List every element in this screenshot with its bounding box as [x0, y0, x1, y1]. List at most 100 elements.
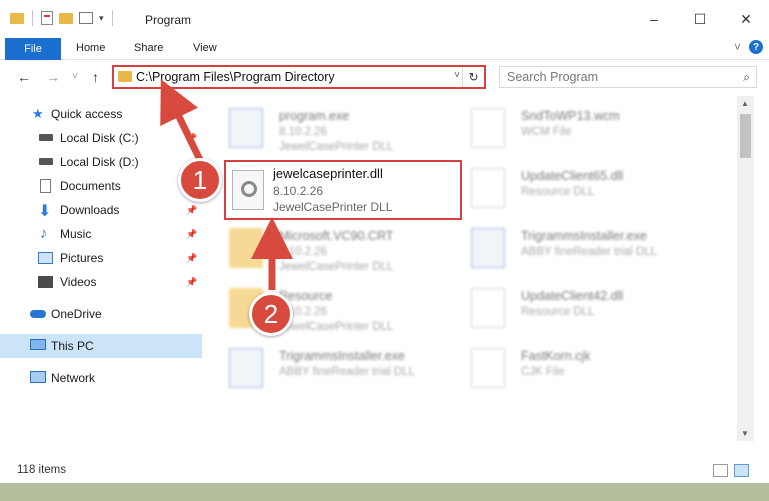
window-controls: – ☐ ✕	[631, 0, 769, 38]
videos-icon	[38, 276, 53, 288]
item-count: 118 items	[17, 464, 67, 476]
separator	[32, 10, 33, 26]
file-item[interactable]: Microsoft.VC90.CRT 8.10.2.26 JewelCasePr…	[221, 222, 461, 278]
music-icon: ♪	[40, 225, 48, 242]
window-title: Program	[145, 13, 192, 27]
file-version: 8.10.2.26	[273, 184, 324, 198]
sidebar-item-pictures[interactable]: Pictures 📌	[0, 246, 202, 270]
search-input[interactable]: Search Program	[507, 70, 598, 84]
close-button[interactable]: ✕	[723, 0, 769, 38]
app-icon	[471, 228, 505, 268]
large-icons-view-button[interactable]	[734, 464, 749, 477]
title-bar: ▾ Program – ☐ ✕	[0, 0, 769, 38]
address-path[interactable]: C:\Program Files\Program Directory	[136, 70, 335, 84]
file-name: FastKorn.cjk	[521, 349, 591, 363]
drive-icon	[39, 158, 53, 165]
tab-view[interactable]: View	[193, 42, 217, 54]
pin-icon[interactable]: 📌	[186, 133, 197, 144]
sidebar-item-this-pc[interactable]: This PC	[0, 334, 202, 358]
file-item[interactable]: UpdateClient42.dll Resource DLL	[463, 282, 703, 338]
app-icon	[229, 108, 263, 148]
sidebar-item-label: Music	[60, 227, 92, 241]
expand-ribbon-icon[interactable]: ˅	[734, 40, 741, 54]
navigation-pane: ★ Quick access Local Disk (C:) 📌 Local D…	[0, 96, 202, 441]
file-icon	[471, 108, 505, 148]
scroll-up-icon[interactable]: ▲	[741, 99, 749, 108]
sidebar-item-label: Pictures	[60, 251, 104, 265]
file-name: UpdateClient65.dll	[521, 169, 624, 183]
file-name: jewelcaseprinter.dll	[273, 166, 383, 181]
sidebar-item-onedrive[interactable]: OneDrive	[0, 302, 202, 326]
back-button[interactable]: ←	[17, 69, 31, 85]
gear-icon	[241, 181, 257, 197]
file-name: Microsoft.VC90.CRT	[279, 229, 394, 243]
pin-icon[interactable]: 📌	[186, 253, 197, 264]
properties-icon[interactable]	[41, 11, 53, 25]
sidebar-item-local-disk-c[interactable]: Local Disk (C:) 📌	[0, 126, 202, 150]
recent-locations-button[interactable]: ˅	[72, 71, 78, 82]
file-list: program.exe 8.10.2.26 JewelCasePrinter D…	[203, 96, 737, 441]
help-icon[interactable]: ?	[749, 40, 763, 54]
status-bar: 118 items	[0, 460, 769, 482]
maximize-button[interactable]: ☐	[677, 0, 723, 38]
sidebar-item-network[interactable]: Network	[0, 366, 202, 390]
file-description: Resource DLL	[521, 186, 595, 198]
refresh-button[interactable]: ↻	[462, 67, 484, 87]
file-item[interactable]: program.exe 8.10.2.26 JewelCasePrinter D…	[221, 102, 461, 158]
sidebar-item-local-disk-d[interactable]: Local Disk (D:)	[0, 150, 202, 174]
file-description: CJK File	[521, 366, 565, 378]
download-icon: ⬇	[38, 203, 52, 220]
separator	[111, 10, 113, 26]
search-icon[interactable]: ⌕	[743, 70, 750, 85]
forward-button[interactable]: →	[46, 69, 60, 85]
up-button[interactable]: ↑	[92, 69, 99, 85]
highlighted-file-item[interactable]: jewelcaseprinter.dll 8.10.2.26 JewelCase…	[224, 160, 462, 220]
file-description: WCM File	[521, 126, 572, 138]
new-folder-icon[interactable]	[59, 12, 73, 24]
sidebar-item-documents[interactable]: Documents 📌	[0, 174, 202, 198]
address-bar[interactable]: C:\Program Files\Program Directory ˅ ↻	[112, 65, 486, 89]
sidebar-item-music[interactable]: ♪ Music 📌	[0, 222, 202, 246]
file-description: JewelCasePrinter DLL	[273, 200, 393, 214]
chevron-down-icon[interactable]: ▾	[99, 13, 104, 24]
file-name: UpdateClient42.dll	[521, 289, 624, 303]
sidebar-item-videos[interactable]: Videos 📌	[0, 270, 202, 294]
sidebar-item-label: Network	[51, 371, 96, 385]
sidebar-item-label: Local Disk (D:)	[60, 155, 139, 169]
tab-home[interactable]: Home	[76, 42, 105, 54]
cloud-icon	[30, 310, 46, 318]
scroll-down-icon[interactable]: ▼	[741, 429, 749, 438]
dll-icon	[232, 170, 264, 210]
sidebar-item-label: Local Disk (C:)	[60, 131, 139, 145]
pin-icon[interactable]: 📌	[186, 277, 197, 288]
view-toggle	[713, 464, 749, 477]
pin-icon[interactable]: 📌	[186, 229, 197, 240]
sidebar-item-label: OneDrive	[51, 307, 102, 321]
network-icon	[30, 371, 46, 383]
navigation-bar: ← → ˅ ↑ C:\Program Files\Program Directo…	[0, 61, 769, 93]
file-version: 8.10.2.26	[279, 126, 327, 138]
file-description: JewelCasePrinter DLL	[279, 261, 394, 273]
customize-toolbar-icon[interactable]	[79, 12, 93, 24]
tab-file[interactable]: File	[5, 38, 61, 60]
details-view-button[interactable]	[713, 464, 728, 477]
star-icon: ★	[32, 106, 44, 121]
vertical-scrollbar[interactable]: ▲ ▼	[737, 96, 754, 441]
address-dropdown-button[interactable]: ˅	[454, 70, 460, 81]
file-item[interactable]: TrigrammsInstaller.exe ABBY fineReader t…	[463, 222, 703, 278]
sidebar-item-downloads[interactable]: ⬇ Downloads 📌	[0, 198, 202, 222]
search-box[interactable]: Search Program ⌕	[499, 66, 757, 88]
sidebar-item-quick-access[interactable]: ★ Quick access	[0, 102, 202, 126]
file-name: TrigrammsInstaller.exe	[521, 229, 647, 243]
minimize-button[interactable]: –	[631, 0, 677, 38]
file-item[interactable]: UpdateClient65.dll Resource DLL	[463, 162, 703, 218]
pin-icon[interactable]: 📌	[186, 205, 197, 216]
file-item[interactable]: TrigrammsInstaller.exe ABBY fineReader t…	[221, 342, 461, 398]
file-item[interactable]: FastKorn.cjk CJK File	[463, 342, 703, 398]
file-description: JewelCasePrinter DLL	[279, 321, 394, 333]
tab-share[interactable]: Share	[134, 42, 163, 54]
file-name: SndToWP13.wcm	[521, 109, 620, 123]
step-badge-1: 1	[178, 158, 222, 202]
file-item[interactable]: SndToWP13.wcm WCM File	[463, 102, 703, 158]
scrollbar-thumb[interactable]	[740, 114, 751, 158]
